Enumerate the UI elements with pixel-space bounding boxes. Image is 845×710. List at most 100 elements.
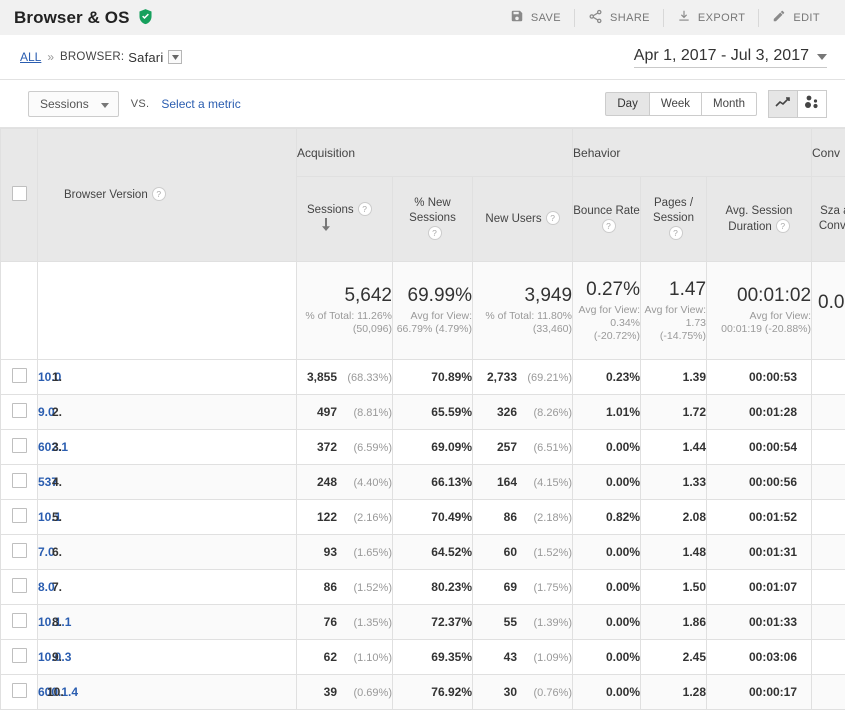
table-row: 2.9.0497(8.81%)65.59%326(8.26%)1.01%1.72…: [1, 395, 845, 430]
row-bounce-rate-cell: 0.00%: [573, 430, 641, 465]
motion-chart-view-button[interactable]: [797, 90, 827, 118]
row-bounce-rate-cell: 0.00%: [573, 570, 641, 605]
row-sessions-value: 62: [299, 650, 337, 664]
help-icon[interactable]: ?: [428, 226, 442, 240]
group-header-conversions: Conv: [812, 129, 845, 177]
row-pct-new-sessions-cell: 80.23%: [393, 570, 473, 605]
row-index: 3.: [52, 440, 62, 454]
column-header-browser-version[interactable]: Browser Version?: [38, 129, 297, 262]
row-sessions-percent: (8.81%): [342, 407, 392, 419]
column-header-browser-version-label: Browser Version: [64, 189, 148, 201]
row-new-users-value: 43: [479, 650, 517, 664]
export-button[interactable]: EXPORT: [664, 7, 758, 29]
group-header-conversions-label: Conv: [812, 146, 840, 160]
row-avg-duration-cell: 00:00:56: [707, 465, 812, 500]
row-checkbox[interactable]: [12, 543, 27, 558]
row-checkbox[interactable]: [12, 683, 27, 698]
chevron-down-icon: [101, 97, 109, 111]
summary-pct-new-sessions-cell: 69.99% Avg for View: 66.79% (4.79%): [393, 262, 473, 360]
row-checkbox[interactable]: [12, 403, 27, 418]
motion-chart-icon: [804, 95, 820, 112]
help-icon[interactable]: ?: [602, 219, 616, 233]
row-pages-session-cell: 1.48: [641, 535, 707, 570]
sort-descending-arrow-icon[interactable]: [321, 218, 331, 236]
summary-new-users-sub: % of Total: 11.80% (33,460): [473, 310, 572, 336]
row-sessions-percent: (1.65%): [342, 547, 392, 559]
edit-button[interactable]: EDIT: [759, 7, 833, 29]
share-icon: [588, 9, 603, 27]
row-new-users-value: 55: [479, 615, 517, 629]
summary-pct-new-sessions-sub: Avg for View: 66.79% (4.79%): [393, 310, 472, 336]
column-header-pages-session-label: Pages / Session: [653, 197, 694, 224]
date-range-picker[interactable]: Apr 1, 2017 - Jul 3, 2017: [634, 47, 827, 68]
row-bounce-rate-cell: 0.00%: [573, 605, 641, 640]
row-sessions-percent: (4.40%): [342, 477, 392, 489]
row-new-users-percent: (1.52%): [522, 547, 572, 559]
row-sessions-value: 372: [299, 440, 337, 454]
row-index: 6.: [52, 545, 62, 559]
row-sessions-percent: (1.10%): [342, 652, 392, 664]
table-row: 10.600.1.439(0.69%)76.92%30(0.76%)0.00%1…: [1, 675, 845, 710]
help-icon[interactable]: ?: [776, 219, 790, 233]
row-checkbox[interactable]: [12, 578, 27, 593]
column-header-sessions[interactable]: Sessions?: [297, 177, 393, 262]
row-sessions-cell: 497(8.81%): [297, 395, 393, 430]
granularity-button-group: Day Week Month: [605, 92, 757, 116]
column-header-avg-session-duration[interactable]: Avg. Session Duration?: [707, 177, 812, 262]
row-checkbox[interactable]: [12, 613, 27, 628]
row-new-users-cell: 326(8.26%): [473, 395, 573, 430]
summary-avg-duration-sub: Avg for View: 00:01:19 (-20.88%): [707, 310, 811, 336]
row-new-users-percent: (1.09%): [522, 652, 572, 664]
summary-new-users-value: 3,949: [473, 285, 572, 307]
granularity-week-button[interactable]: Week: [649, 92, 702, 116]
row-pages-session-cell: 1.86: [641, 605, 707, 640]
verified-shield-icon: [137, 8, 154, 28]
row-checkbox[interactable]: [12, 368, 27, 383]
help-icon[interactable]: ?: [358, 202, 372, 216]
row-pages-session-cell: 1.44: [641, 430, 707, 465]
row-avg-duration-cell: 00:03:06: [707, 640, 812, 675]
row-checkbox[interactable]: [12, 438, 27, 453]
granularity-month-button[interactable]: Month: [701, 92, 757, 116]
select-a-metric-link[interactable]: Select a metric: [161, 97, 240, 111]
row-bounce-rate-cell: 0.00%: [573, 675, 641, 710]
share-button[interactable]: SHARE: [575, 7, 663, 29]
summary-conversion-rate-cell: 0.0 (: [812, 262, 845, 360]
granularity-day-button[interactable]: Day: [605, 92, 649, 116]
row-conversion-rate-cell: [812, 465, 845, 500]
row-pct-new-sessions-cell: 65.59%: [393, 395, 473, 430]
row-dimension-cell: 9.10.0.3: [38, 640, 297, 675]
help-icon[interactable]: ?: [152, 187, 166, 201]
row-new-users-value: 164: [479, 475, 517, 489]
column-header-new-users[interactable]: New Users?: [473, 177, 573, 262]
row-dimension-cell: 1.10.0: [38, 360, 297, 395]
save-button[interactable]: SAVE: [497, 7, 574, 29]
chevron-down-icon[interactable]: [168, 50, 182, 64]
column-header-pct-new-sessions[interactable]: % New Sessions?: [393, 177, 473, 262]
row-new-users-percent: (6.51%): [522, 442, 572, 454]
summary-avg-duration-value: 00:01:02: [707, 285, 811, 307]
row-pages-session-cell: 1.50: [641, 570, 707, 605]
column-header-pages-session[interactable]: Pages / Session?: [641, 177, 707, 262]
select-all-checkbox[interactable]: [12, 186, 27, 201]
row-new-users-value: 326: [479, 405, 517, 419]
table-row: 7.8.086(1.52%)80.23%69(1.75%)0.00%1.5000…: [1, 570, 845, 605]
row-conversion-rate-cell: [812, 360, 845, 395]
row-index: 4.: [52, 475, 62, 489]
row-checkbox[interactable]: [12, 648, 27, 663]
row-checkbox[interactable]: [12, 508, 27, 523]
primary-metric-select[interactable]: Sessions: [28, 91, 119, 117]
row-index: 9.: [52, 650, 62, 664]
row-sessions-value: 86: [299, 580, 337, 594]
row-checkbox[interactable]: [12, 473, 27, 488]
breadcrumb-all-link[interactable]: ALL: [20, 50, 41, 64]
help-icon[interactable]: ?: [546, 211, 560, 225]
column-header-bounce-rate[interactable]: Bounce Rate?: [573, 177, 641, 262]
row-avg-duration-cell: 00:01:52: [707, 500, 812, 535]
column-header-conversion-rate[interactable]: Sza ad (G Conv Rate: [812, 177, 845, 262]
line-chart-view-button[interactable]: [768, 90, 798, 118]
help-icon[interactable]: ?: [669, 226, 683, 240]
row-avg-duration-cell: 00:01:07: [707, 570, 812, 605]
row-conversion-rate-cell: [812, 535, 845, 570]
row-sessions-value: 39: [299, 685, 337, 699]
